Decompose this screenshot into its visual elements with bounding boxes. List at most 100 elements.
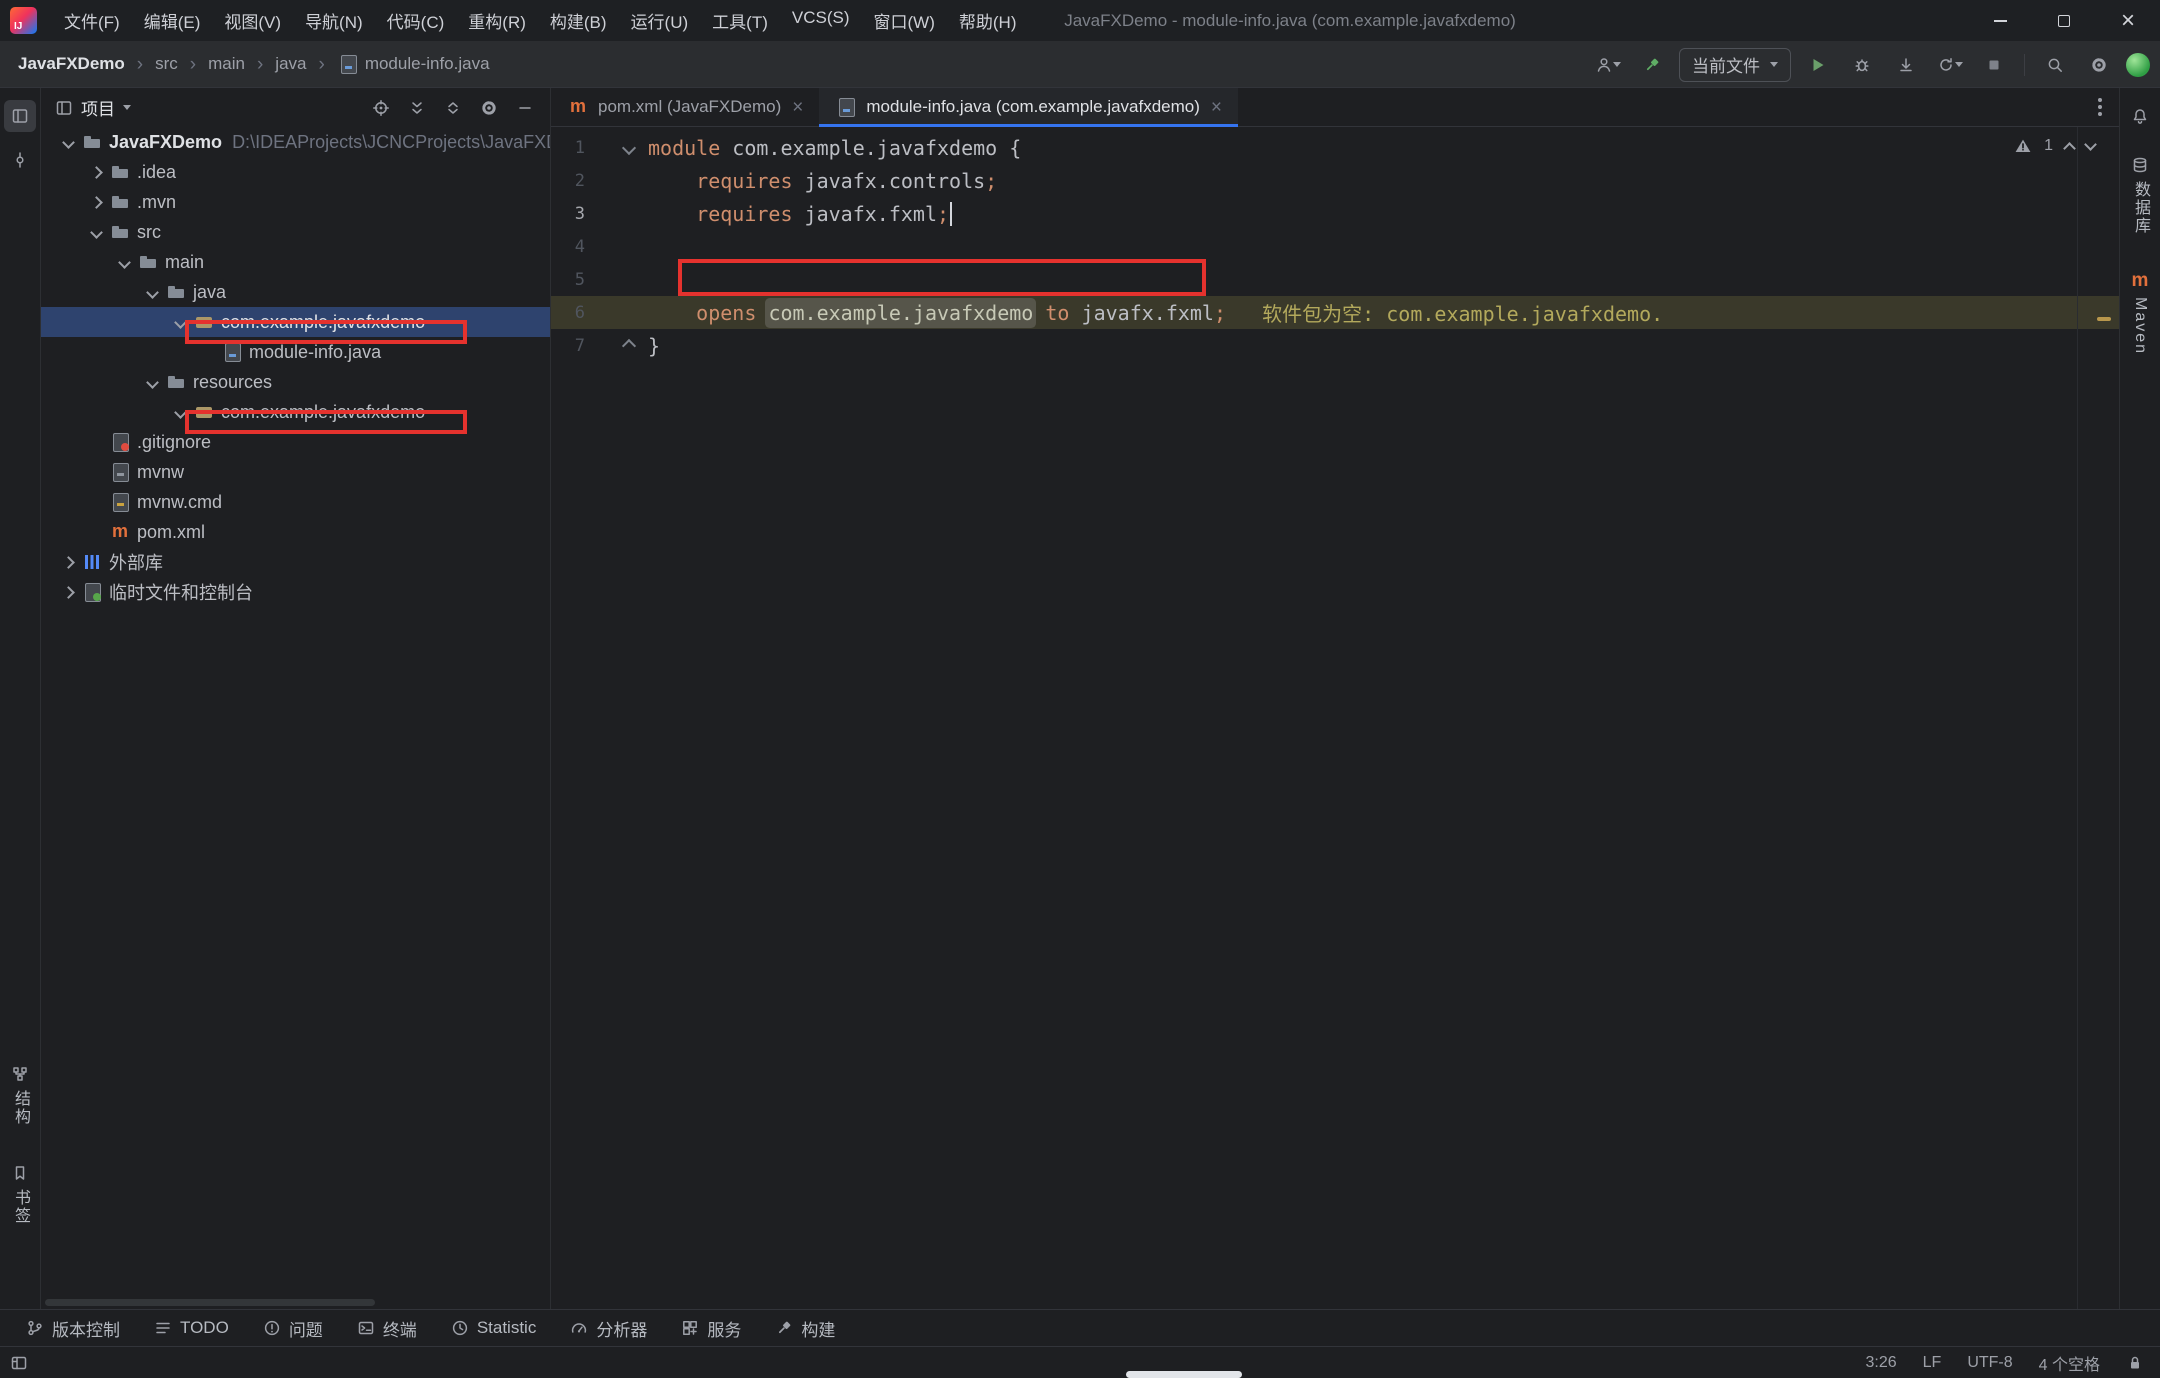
editor-tab[interactable]: module-info.java (com.example.javafxdemo… — [819, 88, 1238, 126]
tree-row[interactable]: 临时文件和控制台 — [41, 577, 550, 607]
tab-close-icon[interactable]: × — [792, 98, 803, 117]
search-everywhere-button[interactable] — [2038, 48, 2072, 82]
coverage-button[interactable] — [1889, 48, 1923, 82]
tree-row[interactable]: 外部库 — [41, 547, 550, 577]
next-warning-icon[interactable] — [2084, 138, 2097, 151]
assistant-button[interactable] — [2126, 53, 2150, 77]
menu-item[interactable]: 帮助(H) — [948, 3, 1028, 38]
code-line[interactable]: 3 requires javafx.fxml; — [551, 197, 2119, 230]
project-tool-button[interactable] — [4, 100, 36, 132]
tree-row[interactable]: com.example.javafxdemo — [41, 307, 550, 337]
menu-item[interactable]: 导航(N) — [294, 3, 374, 38]
code-line[interactable]: 1module com.example.javafxdemo { — [551, 131, 2119, 164]
toolwindow-button-statistic[interactable]: Statistic — [451, 1318, 537, 1338]
menu-item[interactable]: 工具(T) — [701, 3, 779, 38]
chevron-down-icon[interactable] — [167, 399, 193, 425]
notifications-button[interactable] — [2124, 100, 2156, 132]
status-item[interactable]: UTF-8 — [1967, 1354, 2012, 1372]
layout-icon[interactable] — [10, 1354, 28, 1372]
maximize-button[interactable] — [2032, 0, 2096, 41]
run-button[interactable] — [1801, 48, 1835, 82]
project-options-button[interactable] — [474, 93, 504, 123]
build-project-button[interactable] — [1635, 48, 1669, 82]
tree-row[interactable]: com.example.javafxdemo — [41, 397, 550, 427]
toolwindow-button-services[interactable]: 服务 — [681, 1316, 741, 1341]
code-line[interactable]: 2 requires javafx.controls; — [551, 164, 2119, 197]
fold-start-icon[interactable] — [623, 142, 635, 154]
status-item[interactable]: 4 个空格 — [2039, 1351, 2100, 1375]
tree-row[interactable]: .mvn — [41, 187, 550, 217]
tree-row[interactable]: java — [41, 277, 550, 307]
menu-item[interactable]: 视图(V) — [213, 3, 292, 38]
stop-button[interactable] — [1977, 48, 2011, 82]
toolwindow-button-terminal[interactable]: 终端 — [357, 1316, 417, 1341]
toolwindow-stripe-bookmarks[interactable]: 书签 — [4, 1158, 36, 1231]
editor-tab[interactable]: pom.xml (JavaFXDemo)× — [551, 88, 819, 126]
tree-row[interactable]: src — [41, 217, 550, 247]
chevron-right-icon[interactable] — [83, 159, 109, 185]
chevron-down-icon[interactable] — [167, 309, 193, 335]
menu-item[interactable]: 窗口(W) — [863, 3, 946, 38]
tree-row[interactable]: mvnw — [41, 457, 550, 487]
tree-row[interactable]: resources — [41, 367, 550, 397]
lock-icon[interactable] — [2126, 1354, 2144, 1372]
chevron-down-icon[interactable] — [139, 279, 165, 305]
toolwindow-stripe-database[interactable]: 数据库 — [2124, 150, 2156, 241]
tree-row[interactable]: JavaFXDemoD:\IDEAProjects\JCNCProjects\J… — [41, 127, 550, 157]
code-line[interactable]: 7} — [551, 329, 2119, 362]
toolwindow-stripe-maven[interactable]: mMaven — [2124, 265, 2156, 361]
menu-item[interactable]: 重构(R) — [457, 3, 537, 38]
horizontal-scrollbar[interactable] — [45, 1299, 375, 1306]
rerun-button[interactable] — [1933, 48, 1967, 82]
chevron-right-icon[interactable] — [83, 189, 109, 215]
breadcrumb-item[interactable]: src — [155, 54, 178, 74]
tree-row[interactable]: module-info.java — [41, 337, 550, 367]
tree-row[interactable]: main — [41, 247, 550, 277]
chevron-down-icon[interactable] — [139, 369, 165, 395]
status-item[interactable]: 3:26 — [1866, 1354, 1897, 1372]
debug-button[interactable] — [1845, 48, 1879, 82]
chevron-right-icon[interactable] — [55, 549, 81, 575]
previous-warning-icon[interactable] — [2063, 142, 2076, 155]
toolwindow-button-version-control[interactable]: 版本控制 — [26, 1316, 120, 1341]
toolwindow-stripe-structure[interactable]: 结构 — [4, 1059, 36, 1132]
menu-item[interactable]: 运行(U) — [620, 3, 700, 38]
run-config-selector[interactable]: 当前文件 — [1679, 48, 1791, 82]
fold-end-icon[interactable] — [623, 340, 635, 352]
warning-scroll-marker[interactable] — [2097, 317, 2111, 321]
breadcrumb-item[interactable]: java — [275, 54, 306, 74]
code-line[interactable]: 5 — [551, 263, 2119, 296]
toolwindow-button-build[interactable]: 构建 — [775, 1316, 835, 1341]
project-view-selector[interactable]: 项目 — [55, 95, 131, 120]
code-editor[interactable]: 1module com.example.javafxdemo {2 requir… — [551, 127, 2119, 1309]
tree-row[interactable]: .gitignore — [41, 427, 550, 457]
close-button[interactable]: × — [2096, 0, 2160, 41]
tabs-more-button[interactable] — [2081, 88, 2119, 126]
code-line[interactable]: 6 opens com.example.javafxdemo to javafx… — [551, 296, 2119, 329]
tab-close-icon[interactable]: × — [1211, 98, 1222, 117]
toolwindow-button-problems[interactable]: 问题 — [263, 1316, 323, 1341]
chevron-right-icon[interactable] — [55, 579, 81, 605]
chevron-down-icon[interactable] — [55, 129, 81, 155]
expand-all-button[interactable] — [402, 93, 432, 123]
breadcrumb-item[interactable]: module-info.java — [337, 53, 490, 75]
commit-tool-button[interactable] — [4, 144, 36, 176]
settings-button[interactable] — [2082, 48, 2116, 82]
collapse-all-button[interactable] — [438, 93, 468, 123]
tree-row[interactable]: .idea — [41, 157, 550, 187]
chevron-down-icon[interactable] — [83, 219, 109, 245]
hide-panel-button[interactable] — [510, 93, 540, 123]
select-opened-file-button[interactable] — [366, 93, 396, 123]
toolwindow-button-todo[interactable]: TODO — [154, 1318, 229, 1338]
code-line[interactable]: 4 — [551, 230, 2119, 263]
menu-item[interactable]: 构建(B) — [539, 3, 618, 38]
breadcrumb-item[interactable]: main — [208, 54, 245, 74]
toolwindow-button-profiler[interactable]: 分析器 — [570, 1316, 647, 1341]
tree-row[interactable]: mvnw.cmd — [41, 487, 550, 517]
status-item[interactable]: LF — [1923, 1354, 1942, 1372]
breadcrumb-item[interactable]: JavaFXDemo — [18, 54, 125, 74]
menu-item[interactable]: 文件(F) — [53, 3, 131, 38]
inspections-widget[interactable]: 1 — [2014, 137, 2095, 155]
minimize-button[interactable] — [1968, 0, 2032, 41]
tree-row[interactable]: pom.xml — [41, 517, 550, 547]
